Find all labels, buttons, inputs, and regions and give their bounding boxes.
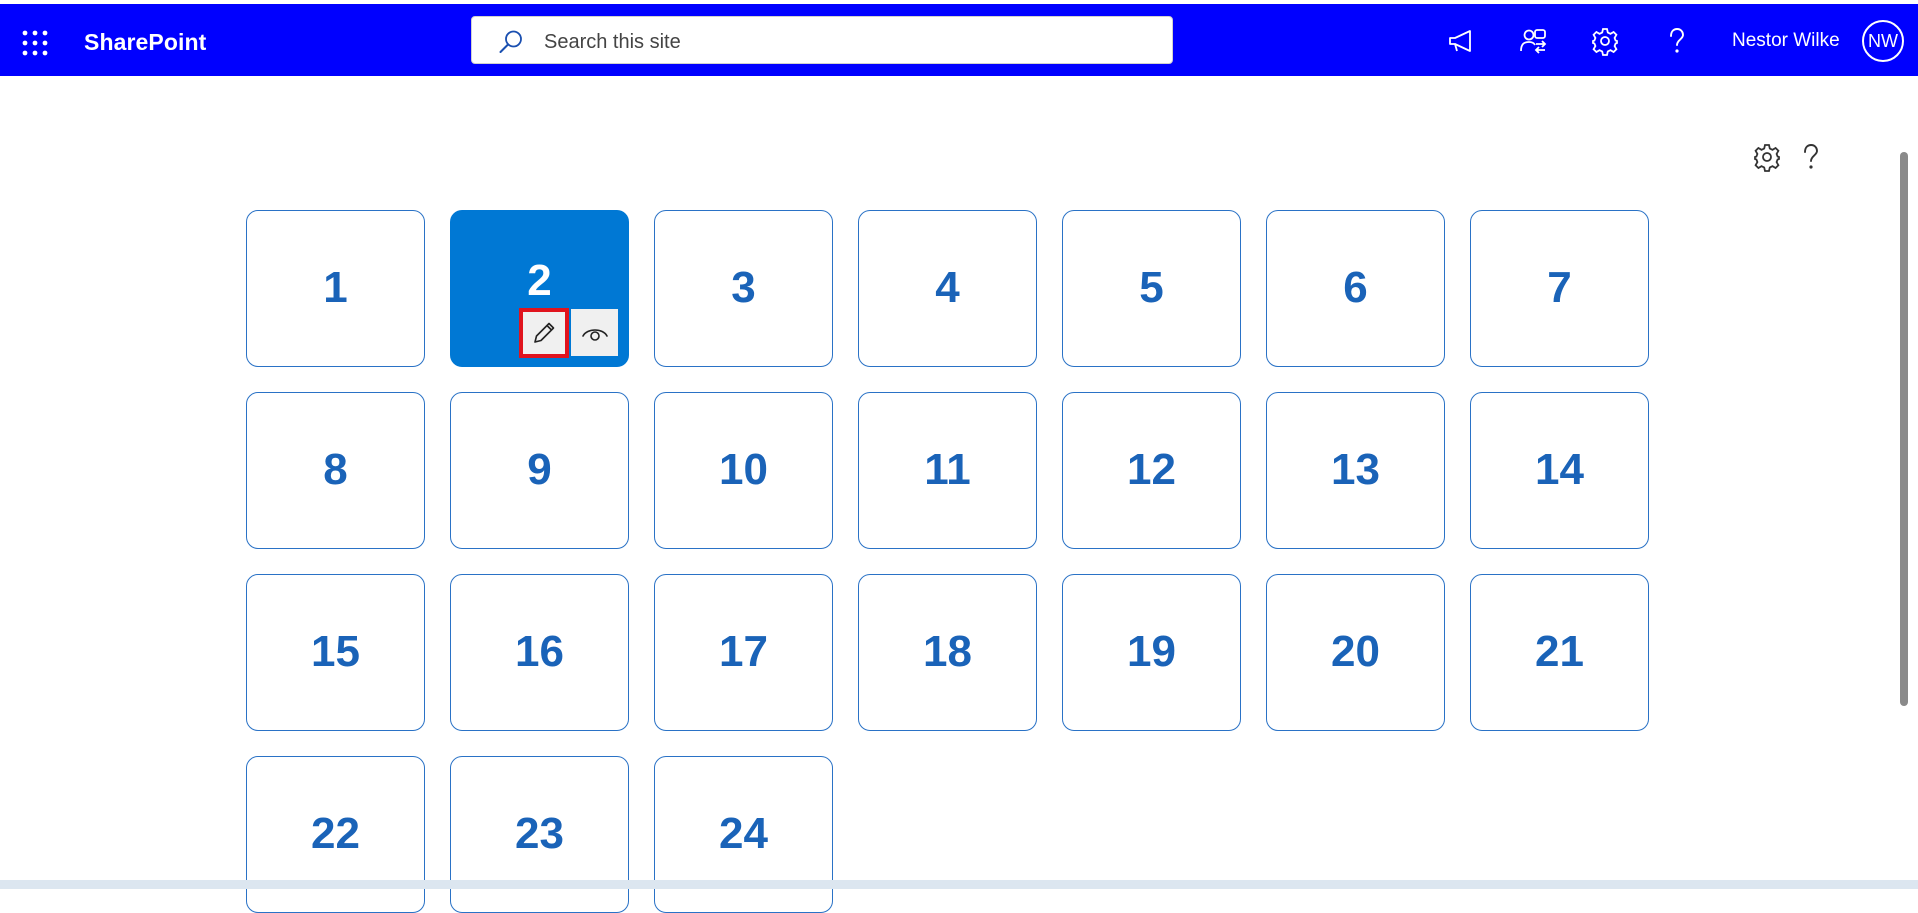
- tile-number: 19: [1127, 626, 1176, 676]
- tile-22[interactable]: 22: [246, 756, 425, 913]
- tile-10[interactable]: 10: [654, 392, 833, 549]
- brand-title[interactable]: SharePoint: [84, 24, 206, 60]
- tile-number: 1: [323, 262, 348, 312]
- tile-number: 2: [527, 255, 552, 305]
- tile-number: 5: [1139, 262, 1164, 312]
- tile-8[interactable]: 8: [246, 392, 425, 549]
- edit-button[interactable]: [519, 308, 569, 358]
- tile-18[interactable]: 18: [858, 574, 1037, 731]
- scrollbar-thumb[interactable]: [1900, 152, 1908, 706]
- search-box[interactable]: [471, 16, 1173, 64]
- tile-3[interactable]: 3: [654, 210, 833, 367]
- tile-11[interactable]: 11: [858, 392, 1037, 549]
- search-input[interactable]: [542, 25, 1146, 59]
- help-icon[interactable]: [1662, 26, 1692, 56]
- help-icon[interactable]: [1796, 142, 1826, 172]
- view-button[interactable]: [571, 309, 618, 356]
- tile-20[interactable]: 20: [1266, 574, 1445, 731]
- search-icon: [499, 30, 522, 53]
- tile-16[interactable]: 16: [450, 574, 629, 731]
- app-launcher-icon[interactable]: [22, 30, 48, 56]
- tile-number: 12: [1127, 444, 1176, 494]
- tile-number: 13: [1331, 444, 1380, 494]
- tile-14[interactable]: 14: [1470, 392, 1649, 549]
- tile-19[interactable]: 19: [1062, 574, 1241, 731]
- tile-number: 20: [1331, 626, 1380, 676]
- gear-icon[interactable]: [1590, 26, 1620, 56]
- pencil-edit-icon: [534, 322, 555, 343]
- tile-number: 3: [731, 262, 756, 312]
- tile-number: 14: [1535, 444, 1584, 494]
- tile-number: 8: [323, 444, 348, 494]
- suite-bar: SharePoint Nestor Wil: [0, 4, 1918, 76]
- gear-icon[interactable]: [1752, 142, 1782, 172]
- tile-6[interactable]: 6: [1266, 210, 1445, 367]
- tile-1[interactable]: 1: [246, 210, 425, 367]
- tile-7[interactable]: 7: [1470, 210, 1649, 367]
- tile-number: 22: [311, 808, 360, 858]
- tile-21[interactable]: 21: [1470, 574, 1649, 731]
- tile-4[interactable]: 4: [858, 210, 1037, 367]
- tile-number: 9: [527, 444, 552, 494]
- tile-number: 7: [1547, 262, 1572, 312]
- tile-number: 18: [923, 626, 972, 676]
- tile-number: 4: [935, 262, 960, 312]
- tile-15[interactable]: 15: [246, 574, 425, 731]
- user-name[interactable]: Nestor Wilke: [1732, 26, 1840, 56]
- tile-2[interactable]: 2: [450, 210, 629, 367]
- tile-17[interactable]: 17: [654, 574, 833, 731]
- tile-number: 23: [515, 808, 564, 858]
- tile-number: 24: [719, 808, 768, 858]
- tile-number: 16: [515, 626, 564, 676]
- tile-number: 10: [719, 444, 768, 494]
- tile-13[interactable]: 13: [1266, 392, 1445, 549]
- tile-5[interactable]: 5: [1062, 210, 1241, 367]
- tile-number: 15: [311, 626, 360, 676]
- announcement-icon[interactable]: [1446, 26, 1476, 56]
- people-switch-icon[interactable]: [1518, 26, 1548, 56]
- tile-number: 21: [1535, 626, 1584, 676]
- tile-9[interactable]: 9: [450, 392, 629, 549]
- tile-12[interactable]: 12: [1062, 392, 1241, 549]
- tile-number: 6: [1343, 262, 1368, 312]
- eye-view-icon: [581, 328, 608, 341]
- bottom-edge: [0, 880, 1918, 889]
- tile-number: 17: [719, 626, 768, 676]
- tile-actions: [519, 308, 618, 358]
- tile-23[interactable]: 23: [450, 756, 629, 913]
- avatar[interactable]: NW: [1862, 20, 1904, 62]
- tile-24[interactable]: 24: [654, 756, 833, 913]
- tile-number: 11: [924, 444, 971, 494]
